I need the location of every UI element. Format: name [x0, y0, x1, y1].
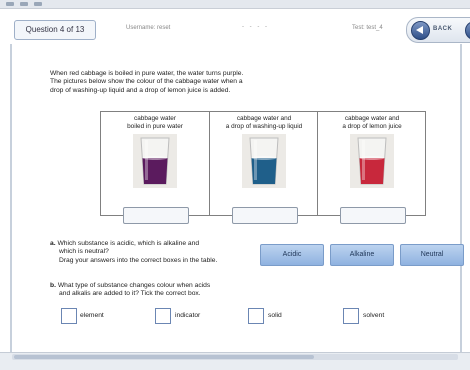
test-name-label: Test: test_4 — [352, 25, 383, 31]
table-column-washing-up: cabbage water and a drop of washing-up l… — [209, 112, 318, 224]
scrollbar-thumb[interactable] — [14, 355, 314, 359]
column-heading-line: cabbage water and — [236, 115, 292, 122]
question-a: a. Which substance is acidic, which is a… — [50, 240, 260, 265]
toolbar-glyph — [34, 2, 42, 6]
beaker-photo-blue — [242, 134, 286, 188]
toolbar-glyph — [20, 2, 28, 6]
intro-line: The pictures below show the colour of th… — [50, 78, 243, 86]
column-heading-line: a drop of washing-up liquid — [225, 123, 303, 130]
browser-toolbar-strip — [0, 0, 470, 9]
drag-answer-alkaline[interactable]: Alkaline — [330, 244, 394, 266]
intro-line: drop of washing-up liquid and a drop of … — [50, 86, 231, 94]
checkbox-indicator[interactable] — [155, 308, 171, 324]
question-text: and alkalis are added to it? Tick the co… — [59, 290, 201, 298]
drag-answer-acidic[interactable]: Acidic — [260, 244, 324, 266]
column-heading: cabbage water and a drop of washing-up l… — [210, 115, 318, 131]
checkbox-solid[interactable] — [248, 308, 264, 324]
column-heading-line: boiled in pure water — [127, 123, 183, 130]
question-text: What type of substance changes colour wh… — [57, 282, 211, 289]
question-letter: a. — [50, 240, 56, 247]
answer-drop-box[interactable] — [232, 207, 298, 224]
cabbage-water-table: cabbage water boiled in pure water cabba… — [100, 111, 426, 224]
content-frame-left — [10, 44, 12, 360]
beaker-photo-purple — [133, 134, 177, 188]
header-marks: - - - - — [242, 24, 269, 30]
drag-answer-neutral[interactable]: Neutral — [400, 244, 464, 266]
question-letter: b. — [50, 282, 56, 289]
question-text: Drag your answers into the correct boxes… — [59, 256, 218, 264]
choice-label-element: element — [80, 312, 104, 319]
username-label: Username: reset — [126, 25, 171, 31]
choice-label-solid: solid — [268, 312, 282, 319]
choice-label-solvent: solvent — [363, 312, 385, 319]
content-frame-right — [460, 44, 462, 360]
column-heading: cabbage water and a drop of lemon juice — [318, 115, 426, 131]
question-a-line: a. Which substance is acidic, which is a… — [50, 240, 260, 248]
question-text: which is neutral? — [59, 248, 109, 256]
intro-line: When red cabbage is boiled in pure water… — [50, 70, 244, 77]
column-heading-line: a drop of lemon juice — [342, 123, 402, 130]
choice-label-indicator: indicator — [175, 312, 201, 319]
column-heading: cabbage water boiled in pure water — [101, 115, 209, 131]
column-heading-line: cabbage water — [134, 115, 176, 122]
question-intro: When red cabbage is boiled in pure water… — [50, 70, 320, 95]
navigation-pill: BACK — [406, 17, 470, 43]
answer-drop-box[interactable] — [123, 207, 189, 224]
beaker-photo-red — [350, 134, 394, 188]
answer-drop-box[interactable] — [340, 207, 406, 224]
next-arrow-icon[interactable] — [465, 21, 470, 40]
question-text: Which substance is acidic, which is alka… — [57, 240, 200, 247]
column-heading-line: cabbage water and — [344, 115, 400, 122]
checkbox-solvent[interactable] — [343, 308, 359, 324]
back-button-label[interactable]: BACK — [433, 26, 452, 32]
table-column-pure-water: cabbage water boiled in pure water — [101, 112, 209, 224]
back-arrow-icon[interactable] — [411, 21, 430, 40]
test-header: Question 4 of 13 Username: reset - - - -… — [14, 16, 470, 44]
table-column-lemon-juice: cabbage water and a drop of lemon juice — [317, 112, 426, 224]
toolbar-glyph — [6, 2, 14, 6]
checkbox-element[interactable] — [61, 308, 77, 324]
question-counter-tab: Question 4 of 13 — [14, 20, 96, 40]
question-b-line: b. What type of substance changes colour… — [50, 282, 270, 290]
question-b: b. What type of substance changes colour… — [50, 282, 270, 299]
